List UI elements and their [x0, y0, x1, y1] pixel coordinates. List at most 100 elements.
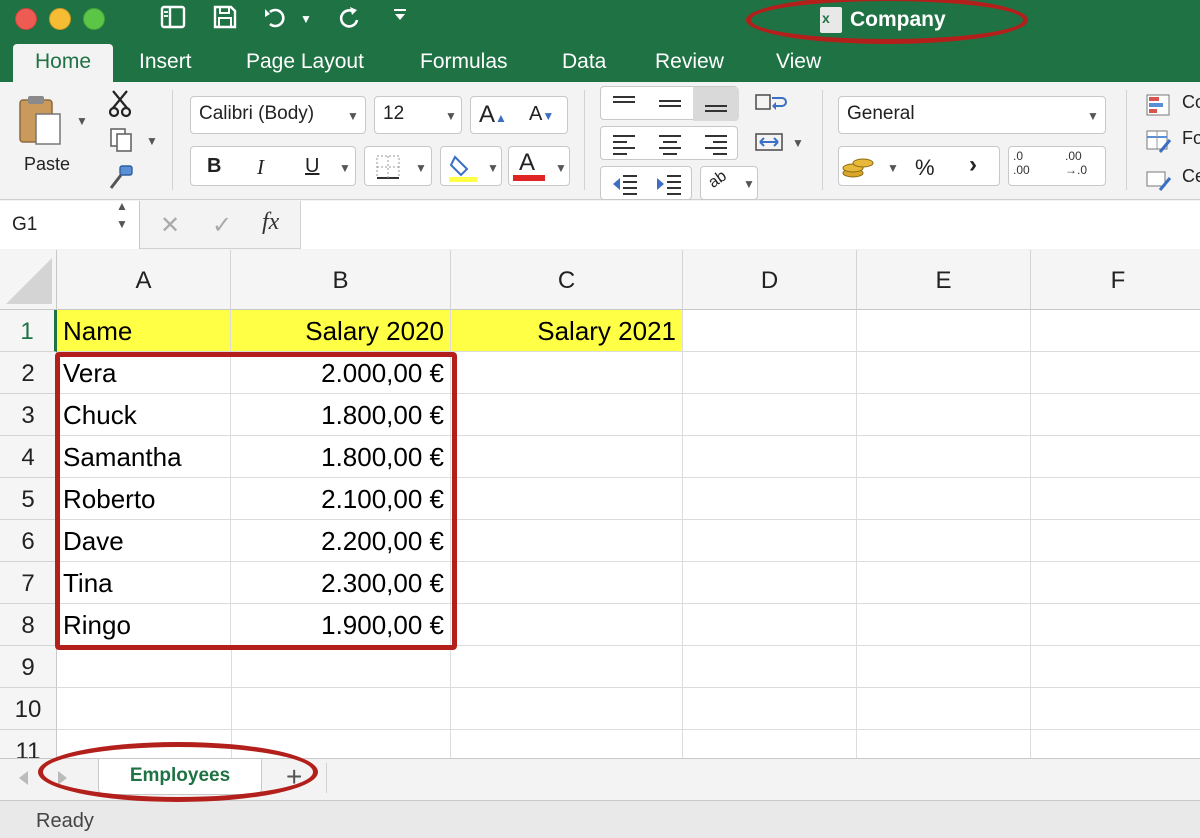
- orientation-button[interactable]: ab ▼: [700, 166, 758, 200]
- column-header-f[interactable]: F: [1031, 250, 1200, 310]
- cell-c1[interactable]: Salary 2021: [451, 310, 683, 352]
- zoom-window-button[interactable]: [83, 8, 105, 30]
- font-color-button[interactable]: A ▼: [508, 146, 570, 186]
- cell-e1[interactable]: [857, 310, 1031, 352]
- row-header-11[interactable]: 11: [0, 730, 57, 758]
- empty-cells-rows-lower[interactable]: [57, 646, 451, 758]
- indent-group: [600, 166, 692, 200]
- cell-b1[interactable]: Salary 2020: [231, 310, 451, 352]
- confirm-entry-button[interactable]: ✓: [212, 211, 232, 240]
- name-box[interactable]: G1 ▲ ▼: [0, 199, 140, 249]
- row-header-10[interactable]: 10: [0, 688, 57, 730]
- copy-options-chevron-down-icon[interactable]: ▼: [146, 134, 158, 148]
- ribbon-separator: [172, 90, 173, 190]
- tab-review[interactable]: Review: [655, 42, 724, 82]
- select-all-corner[interactable]: [0, 250, 57, 310]
- percent-style-button[interactable]: %: [915, 155, 935, 181]
- underline-options-chevron-down-icon[interactable]: ▼: [339, 161, 351, 175]
- undo-icon[interactable]: [260, 4, 294, 34]
- cancel-entry-button[interactable]: ✕: [160, 211, 180, 240]
- font-size-dropdown[interactable]: 12 ▼: [374, 96, 462, 134]
- tab-page-layout[interactable]: Page Layout: [246, 42, 364, 82]
- align-middle-icon[interactable]: [657, 93, 683, 113]
- font-name-dropdown[interactable]: Calibri (Body) ▼: [190, 96, 366, 134]
- merge-center-icon[interactable]: [754, 130, 784, 154]
- wrap-text-icon[interactable]: [754, 92, 788, 116]
- tab-insert[interactable]: Insert: [139, 42, 192, 82]
- row-header-7[interactable]: 7: [0, 562, 57, 604]
- cell-a1[interactable]: Name: [57, 310, 231, 352]
- conditional-formatting-button[interactable]: Co: [1146, 92, 1200, 118]
- underline-button[interactable]: U: [305, 155, 319, 178]
- paste-clipboard-icon[interactable]: [16, 92, 66, 146]
- horizontal-align-group: [600, 126, 738, 160]
- formula-input[interactable]: [300, 201, 1200, 249]
- conditional-formatting-icon: [1146, 94, 1170, 116]
- format-as-table-button[interactable]: Fo: [1146, 128, 1200, 154]
- empty-cells-rows[interactable]: [451, 352, 1200, 758]
- accounting-format-coins-icon[interactable]: [841, 153, 877, 181]
- close-window-button[interactable]: [15, 8, 37, 30]
- grid-line: [682, 352, 683, 758]
- copy-icon[interactable]: [108, 126, 136, 154]
- column-header-a[interactable]: A: [57, 250, 231, 310]
- number-format-dropdown[interactable]: General ▼: [838, 96, 1106, 134]
- scroll-sheets-left-icon[interactable]: [16, 769, 30, 787]
- align-left-icon[interactable]: [611, 133, 637, 155]
- comma-style-button[interactable]: ›: [969, 151, 977, 179]
- increase-decimal-button[interactable]: .0 .00: [1013, 149, 1030, 177]
- borders-button[interactable]: ▼: [364, 146, 432, 186]
- column-header-d[interactable]: D: [683, 250, 857, 310]
- customize-toolbar-icon[interactable]: [388, 4, 412, 34]
- column-header-b[interactable]: B: [231, 250, 451, 310]
- format-painter-brush-icon[interactable]: [106, 164, 136, 192]
- increase-font-size-button[interactable]: A▲: [479, 101, 507, 129]
- cell-f1[interactable]: [1031, 310, 1200, 352]
- align-center-icon[interactable]: [657, 133, 683, 155]
- tab-home[interactable]: Home: [13, 44, 113, 82]
- borders-chevron-down-icon: ▼: [415, 161, 427, 175]
- row-header-9[interactable]: 9: [0, 646, 57, 688]
- align-right-icon[interactable]: [703, 133, 729, 155]
- cut-scissors-icon[interactable]: [106, 88, 136, 118]
- save-icon[interactable]: [210, 4, 240, 34]
- decrease-indent-icon[interactable]: [611, 173, 639, 195]
- row-header-6[interactable]: 6: [0, 520, 57, 562]
- align-top-icon[interactable]: [611, 93, 637, 113]
- insert-function-button[interactable]: fx: [262, 209, 279, 236]
- cell-styles-button[interactable]: Ce: [1146, 166, 1200, 192]
- redo-icon[interactable]: [334, 4, 364, 34]
- align-bottom-icon: [705, 105, 727, 112]
- cell-d1[interactable]: [683, 310, 857, 352]
- align-bottom-button[interactable]: [693, 87, 739, 121]
- row-header-8[interactable]: 8: [0, 604, 57, 646]
- decrease-font-size-button[interactable]: A▼: [529, 103, 554, 126]
- number-format-value: General: [847, 103, 915, 124]
- italic-button[interactable]: I: [257, 155, 264, 180]
- sidebar-icon[interactable]: [158, 4, 188, 34]
- minimize-window-button[interactable]: [49, 8, 71, 30]
- row-header-3[interactable]: 3: [0, 394, 57, 436]
- undo-history-chevron-down-icon[interactable]: ▼: [298, 4, 314, 34]
- paste-label[interactable]: Paste: [24, 154, 70, 175]
- bold-button[interactable]: B: [207, 155, 221, 178]
- decrease-decimal-button[interactable]: .00 →.0: [1065, 149, 1087, 177]
- paste-options-chevron-down-icon[interactable]: ▼: [76, 114, 88, 128]
- name-box-stepper-icon[interactable]: ▲ ▼: [116, 197, 128, 233]
- increase-indent-icon[interactable]: [655, 173, 683, 195]
- row-header-4[interactable]: 4: [0, 436, 57, 478]
- fill-color-button[interactable]: ▼: [440, 146, 502, 186]
- column-header-c[interactable]: C: [451, 250, 683, 310]
- cell-styles-icon: [1146, 171, 1172, 191]
- row-header-1[interactable]: 1: [0, 310, 57, 352]
- row-header-5[interactable]: 5: [0, 478, 57, 520]
- row-header-2[interactable]: 2: [0, 352, 57, 394]
- accounting-format-chevron-down-icon[interactable]: ▼: [887, 161, 899, 175]
- merge-center-chevron-down-icon[interactable]: ▼: [792, 136, 804, 150]
- column-header-e[interactable]: E: [857, 250, 1031, 310]
- format-as-table-label: Fo: [1182, 128, 1200, 148]
- font-size-adjust-group: A▲ A▼: [470, 96, 568, 134]
- tab-formulas[interactable]: Formulas: [420, 42, 508, 82]
- tab-data[interactable]: Data: [562, 42, 606, 82]
- tab-view[interactable]: View: [776, 42, 821, 82]
